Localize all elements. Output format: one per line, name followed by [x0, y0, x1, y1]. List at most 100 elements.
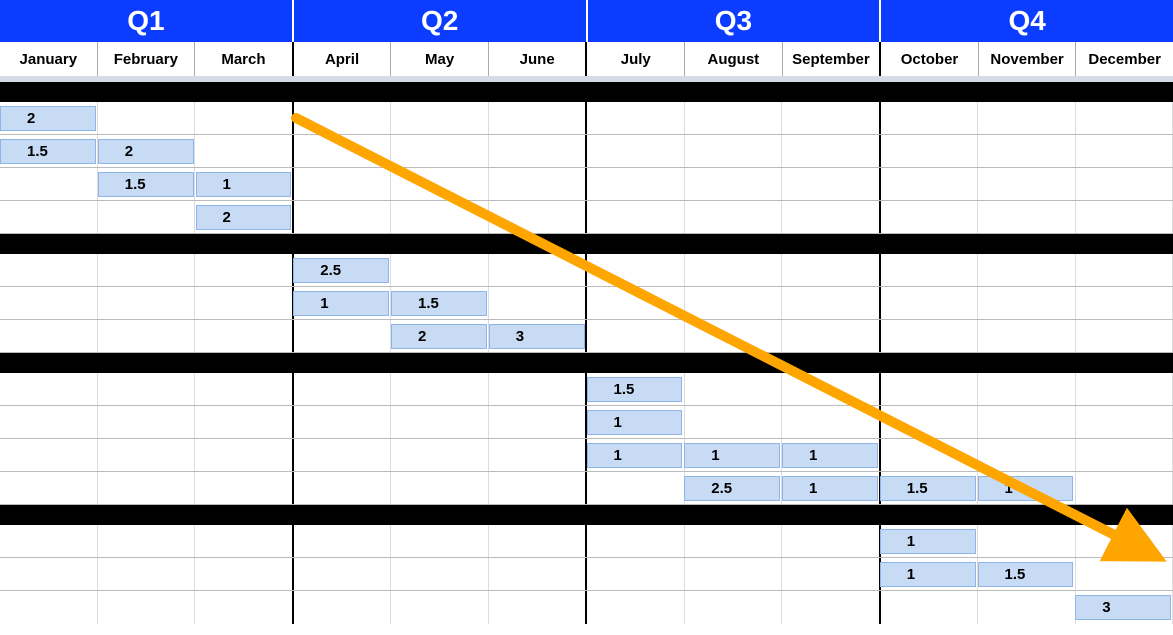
- grid-cell: [489, 201, 588, 233]
- gantt-bar-label: 1: [881, 533, 941, 550]
- gantt-bar-label: 1: [588, 447, 648, 464]
- gantt-bar[interactable]: 1: [880, 562, 976, 587]
- grid-cell: [1076, 505, 1173, 525]
- gantt-bar[interactable]: 1.5: [98, 172, 194, 197]
- grid-cell: [685, 320, 783, 352]
- grid-cell: [1076, 558, 1173, 590]
- grid-cell: [391, 234, 489, 254]
- gantt-bar[interactable]: 1.5: [0, 139, 96, 164]
- grid-cell: [98, 472, 196, 504]
- grid-cell: [489, 254, 588, 286]
- gantt-bar-label: 2.5: [685, 480, 758, 497]
- grid-cell: [783, 234, 882, 254]
- gantt-bar[interactable]: 3: [489, 324, 585, 349]
- gantt-bar[interactable]: 3: [1075, 595, 1171, 620]
- gantt-bar[interactable]: 1: [196, 172, 292, 197]
- grid-cell: [1076, 525, 1173, 557]
- grid-cell: [685, 201, 783, 233]
- grid-cell: [0, 472, 98, 504]
- quarter-header: Q2: [294, 0, 588, 42]
- grid-cell: [391, 201, 489, 233]
- gantt-bar[interactable]: 2: [0, 106, 96, 131]
- grid-cell: [1076, 353, 1173, 373]
- grid-cell: [587, 135, 685, 167]
- grid-cell: [294, 353, 392, 373]
- grid-cell: [978, 320, 1076, 352]
- gantt-bar-label: 1: [685, 447, 745, 464]
- grid-cell: [881, 168, 979, 200]
- grid-cell: [881, 373, 979, 405]
- gantt-bar[interactable]: 1: [684, 443, 780, 468]
- grid-cell: [881, 353, 979, 373]
- grid-cell: [98, 439, 196, 471]
- gantt-bar[interactable]: 2: [391, 324, 487, 349]
- gantt-container: Q1Q2Q3Q4 JanuaryFebruaryMarchAprilMayJun…: [0, 0, 1173, 624]
- gantt-bar-label: 1: [294, 295, 354, 312]
- grid-cell: [0, 82, 98, 102]
- gantt-bar[interactable]: 1.5: [587, 377, 683, 402]
- grid-cell: [685, 525, 783, 557]
- grid-cell: [587, 168, 685, 200]
- grid-cell: [0, 320, 98, 352]
- grid-cell: [195, 353, 294, 373]
- gantt-data-row: 11.5: [0, 558, 1173, 591]
- month-header: March: [195, 42, 294, 76]
- grid-cell: [782, 406, 881, 438]
- grid-cell: [489, 505, 588, 525]
- phase-divider-row: [0, 505, 1173, 525]
- grid-cell: [783, 82, 882, 102]
- quarter-header: Q4: [881, 0, 1173, 42]
- grid-cell: [587, 505, 685, 525]
- grid-cell: [0, 591, 98, 624]
- gantt-bar[interactable]: 1: [293, 291, 389, 316]
- grid-cell: [587, 254, 685, 286]
- gantt-bar[interactable]: 2.5: [293, 258, 389, 283]
- grid-cell: [587, 525, 685, 557]
- gantt-bar[interactable]: 1.5: [978, 562, 1074, 587]
- gantt-data-row: 3: [0, 591, 1173, 624]
- grid-cell: [391, 373, 489, 405]
- gantt-bar-label: 2: [99, 143, 159, 160]
- grid-cell: [391, 82, 489, 102]
- grid-cell: [0, 406, 98, 438]
- grid-cell: [98, 406, 196, 438]
- gantt-bar[interactable]: 1: [880, 529, 976, 554]
- grid-cell: [979, 353, 1077, 373]
- grid-cell: [978, 439, 1076, 471]
- month-header: September: [783, 42, 882, 76]
- month-header-row: JanuaryFebruaryMarchAprilMayJuneJulyAugu…: [0, 42, 1173, 82]
- gantt-bar[interactable]: 1.5: [880, 476, 976, 501]
- gantt-bar[interactable]: 1: [587, 410, 683, 435]
- grid-cell: [587, 201, 685, 233]
- quarter-header: Q1: [0, 0, 294, 42]
- grid-cell: [391, 406, 489, 438]
- grid-cell: [0, 439, 98, 471]
- grid-cell: [979, 234, 1077, 254]
- grid-cell: [489, 591, 588, 624]
- grid-cell: [1076, 254, 1173, 286]
- grid-cell: [294, 406, 392, 438]
- gantt-bar[interactable]: 1.5: [391, 291, 487, 316]
- gantt-bar[interactable]: 1: [782, 443, 878, 468]
- gantt-bar[interactable]: 1: [978, 476, 1074, 501]
- grid-cell: [489, 234, 588, 254]
- gantt-bar-label: 1: [197, 176, 257, 193]
- grid-cell: [881, 234, 979, 254]
- grid-cell: [1076, 406, 1173, 438]
- gantt-bar[interactable]: 2: [98, 139, 194, 164]
- grid-cell: [489, 472, 588, 504]
- month-header: February: [98, 42, 196, 76]
- gantt-bar-label: 1.5: [881, 480, 954, 497]
- grid-cell: [587, 591, 685, 624]
- grid-cell: [391, 558, 489, 590]
- gantt-bar[interactable]: 2.5: [684, 476, 780, 501]
- grid-cell: [978, 201, 1076, 233]
- grid-cell: [1076, 102, 1173, 134]
- gantt-bar-label: 2: [392, 328, 452, 345]
- grid-cell: [391, 102, 489, 134]
- gantt-bar[interactable]: 1: [782, 476, 878, 501]
- gantt-bar[interactable]: 2: [196, 205, 292, 230]
- gantt-bar-label: 1: [979, 480, 1039, 497]
- gantt-bar[interactable]: 1: [587, 443, 683, 468]
- gantt-bar-label: 1: [588, 414, 648, 431]
